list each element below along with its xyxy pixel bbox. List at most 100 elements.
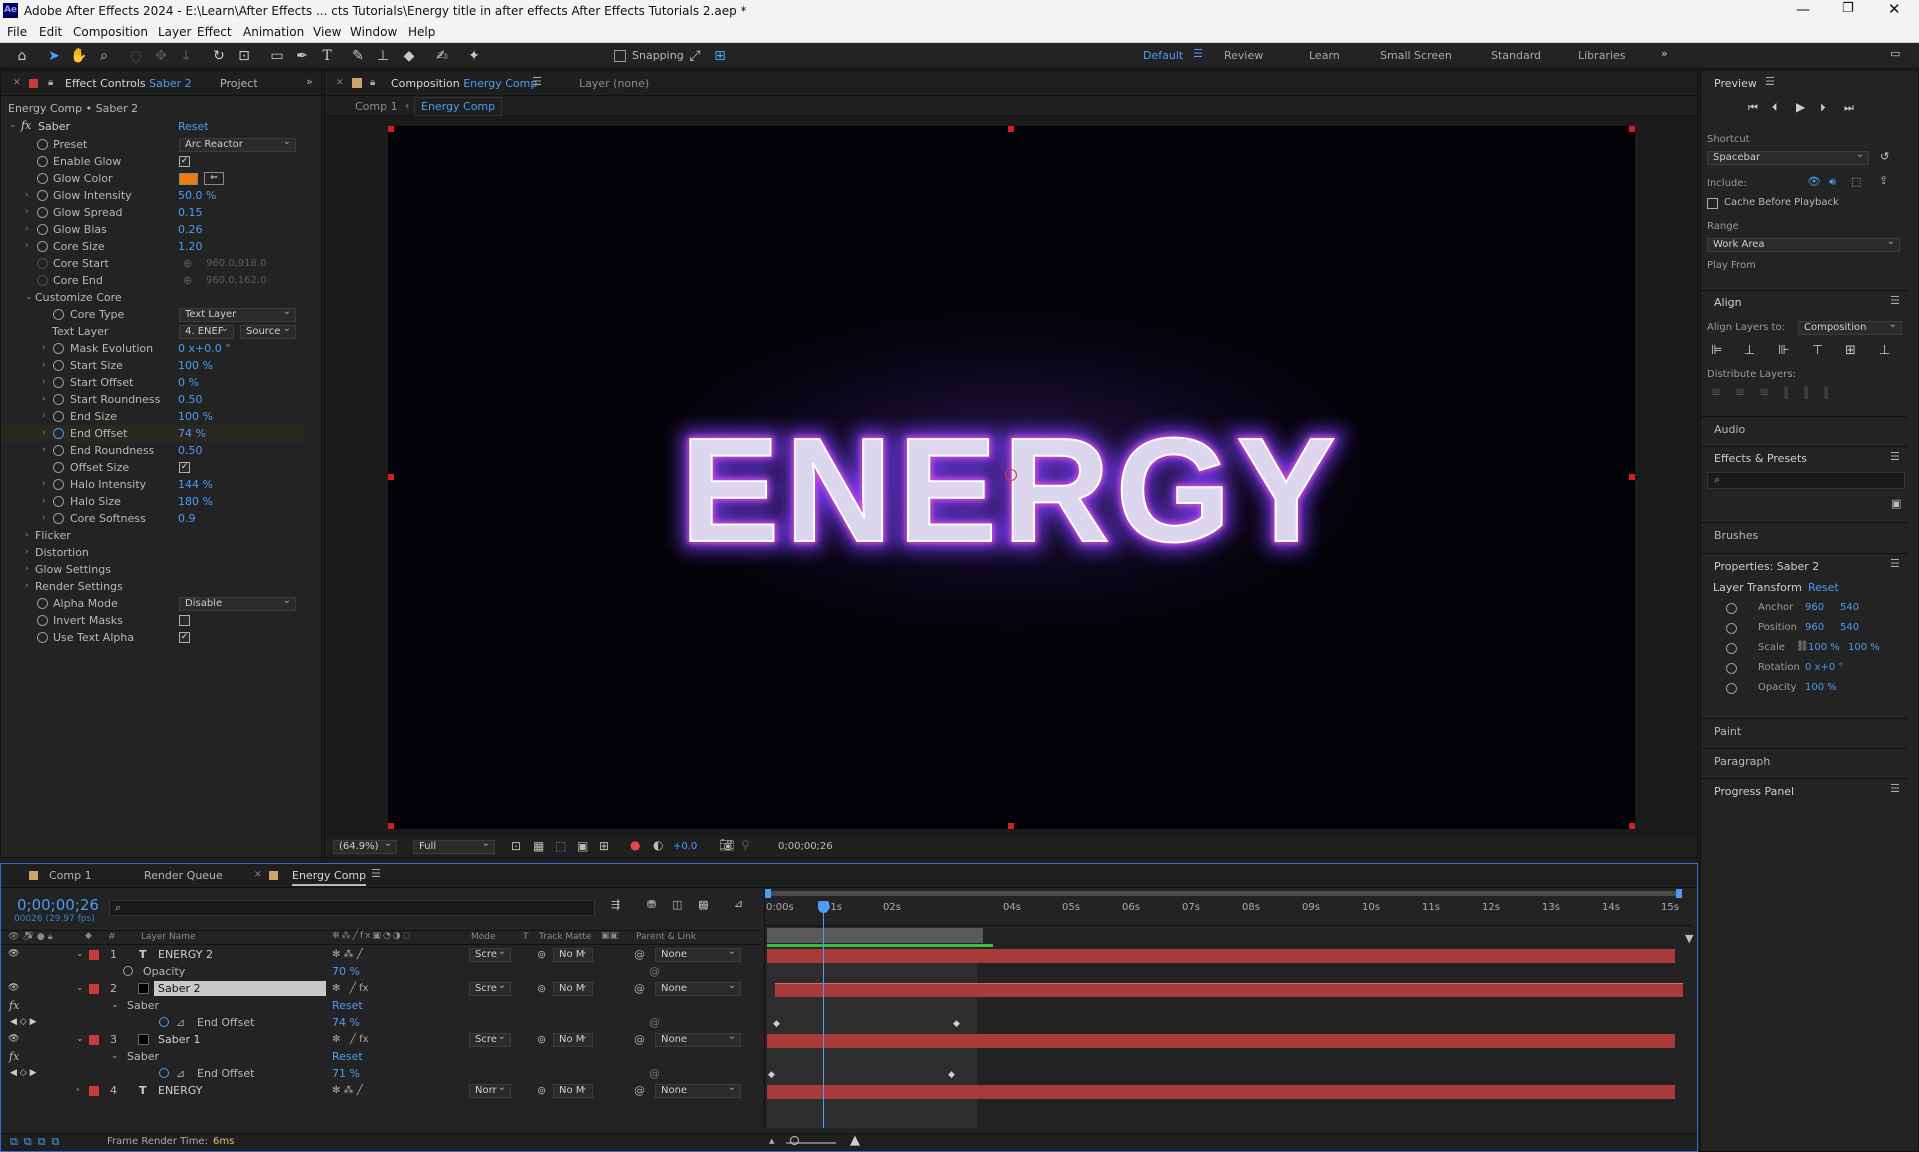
alpha-mode-dropdown[interactable]: Disable [179, 597, 296, 611]
param-value[interactable]: 100 % [178, 408, 213, 425]
param-value[interactable]: 100 % [178, 357, 213, 374]
layer-bar-energy-2[interactable] [767, 949, 1675, 963]
workspace-default[interactable]: Default [1143, 49, 1183, 62]
export-icon[interactable]: ⇪ [1879, 174, 1888, 187]
graph-editor-icon[interactable]: ⊿ [734, 897, 743, 910]
twirl-icon[interactable]: › [42, 340, 46, 357]
preserve-transparency-icon[interactable]: ⊚ [537, 1031, 546, 1048]
layer-mode-dropdown[interactable]: Scre [469, 948, 511, 962]
shortcut-dropdown[interactable]: Spacebar [1707, 151, 1869, 165]
cache-checkbox[interactable] [1707, 198, 1718, 209]
group-glow-settings[interactable]: › Glow Settings [1, 561, 304, 578]
visibility-icon[interactable]: 👁︎ [8, 980, 19, 997]
pan-tool-icon[interactable]: ✥ [152, 47, 170, 65]
layer-switches[interactable]: ✻ ⁂ ╱ [332, 1082, 363, 1099]
stopwatch-icon[interactable] [53, 496, 64, 507]
twirl-icon[interactable]: › [25, 544, 29, 561]
minimize-button[interactable]: — [1796, 2, 1810, 18]
twirl-icon[interactable]: › [25, 204, 29, 221]
twirl-icon[interactable]: › [25, 527, 29, 544]
time-graph[interactable]: 0:00s 01s 02s 04s 05s 06s 07s 08s 09s 10… [764, 888, 1694, 1128]
stopwatch-icon[interactable] [53, 309, 64, 320]
preset-dropdown[interactable]: Arc Reactor [179, 138, 296, 152]
stopwatch-icon[interactable] [1726, 623, 1737, 634]
tab-layer[interactable]: Layer (none) [579, 77, 649, 90]
footer-toggle-icons[interactable]: ⧉⧉⧉⧉ [10, 1135, 65, 1149]
scale-y-value[interactable]: 100 % [1848, 642, 1880, 653]
parent-pickwhip-icon[interactable]: @ [634, 1082, 645, 1099]
include-overlay-icon[interactable]: ⬚ [1851, 175, 1861, 188]
current-timecode[interactable]: 0;00;00;26 [17, 896, 99, 914]
exposure-value[interactable]: +0.0 [673, 841, 697, 852]
comp-mini-flowchart-icon[interactable]: ⇶ [611, 898, 620, 911]
dolly-tool-icon[interactable]: ↓ [177, 47, 195, 65]
tab-project[interactable]: Project [220, 77, 258, 90]
stopwatch-icon[interactable] [53, 377, 64, 388]
menu-effect[interactable]: Effect [197, 25, 232, 39]
align-left-icon[interactable]: ⊫ [1711, 343, 1722, 358]
align-vcenter-icon[interactable]: ⊞ [1845, 343, 1856, 358]
home-icon[interactable]: ⌂ [13, 47, 31, 65]
magnification-dropdown[interactable]: (64.9%) [333, 840, 397, 854]
twirl-icon[interactable]: › [25, 578, 29, 595]
twirl-open-icon[interactable]: ⌄ [76, 1031, 84, 1048]
layer-name[interactable]: Saber 1 [158, 1031, 201, 1048]
parent-pickwhip-icon[interactable]: @ [634, 980, 645, 997]
breadcrumb-energy-comp[interactable]: Energy Comp [414, 97, 503, 116]
bound-handle-bl[interactable] [388, 823, 394, 829]
menu-layer[interactable]: Layer [158, 25, 191, 39]
snap-options-icon[interactable]: ⤢ [686, 47, 704, 65]
time-ruler[interactable]: 0:00s 01s 02s 04s 05s 06s 07s 08s 09s 10… [765, 900, 1693, 926]
orbit-tool-icon[interactable]: ◌ [127, 47, 145, 65]
stopwatch-icon[interactable] [37, 598, 48, 609]
color-management-icon[interactable]: ◐ [653, 838, 663, 852]
menu-help[interactable]: Help [408, 25, 435, 39]
align-menu-icon[interactable]: ☰ [1890, 294, 1900, 307]
menu-composition[interactable]: Composition [73, 25, 148, 39]
audio-panel-header[interactable]: Audio [1701, 416, 1907, 441]
next-frame-icon[interactable]: ⏵ [1820, 101, 1826, 115]
workspace-libraries[interactable]: Libraries [1578, 49, 1626, 62]
stopwatch-active-icon[interactable] [159, 1068, 169, 1078]
align-top-icon[interactable]: ⊤ [1812, 343, 1823, 358]
param-value[interactable]: 0.9 [178, 510, 196, 527]
align-to-dropdown[interactable]: Composition [1798, 321, 1902, 335]
mask-visibility-icon[interactable]: ▣ [577, 839, 588, 853]
effect-reset-link[interactable]: Reset [332, 997, 363, 1014]
stopwatch-icon[interactable] [53, 445, 64, 456]
twirl-icon[interactable]: › [42, 476, 46, 493]
snapping-checkbox[interactable] [614, 50, 626, 62]
bound-handle-tr[interactable] [1629, 126, 1635, 132]
viewer-timecode[interactable]: 0;00;00;26 [778, 841, 833, 852]
bound-handle-tl[interactable] [388, 126, 394, 132]
pan-behind-tool-icon[interactable]: ⊡ [235, 47, 253, 65]
stopwatch-icon[interactable] [1726, 683, 1737, 694]
bound-handle-mr[interactable] [1629, 474, 1635, 480]
twirl-open-icon[interactable]: ⌄ [76, 980, 84, 997]
track-matte-dropdown[interactable]: No M [553, 982, 593, 996]
eraser-tool-icon[interactable]: ◆ [400, 47, 418, 65]
group-render-settings[interactable]: › Render Settings [1, 578, 304, 595]
enable-glow-checkbox[interactable]: ✓ [179, 156, 190, 167]
selection-tool-icon[interactable]: ➤ [45, 47, 63, 65]
twirl-icon[interactable]: › [42, 510, 46, 527]
group-flicker[interactable]: › Flicker [1, 527, 304, 544]
twirl-icon[interactable]: › [42, 493, 46, 510]
show-snapshot-icon[interactable]: ⚲ [741, 838, 750, 852]
glow-color-swatch[interactable] [179, 173, 198, 185]
menu-window[interactable]: Window [350, 25, 397, 39]
constrain-proportions-icon[interactable]: ⛓︎ [1796, 641, 1809, 652]
workspace-small-screen[interactable]: Small Screen [1380, 49, 1452, 62]
current-time-indicator[interactable] [823, 902, 824, 1128]
tab-composition[interactable]: Composition Energy Comp [391, 77, 537, 90]
timeline-tab-comp-1[interactable]: Comp 1 [49, 869, 92, 882]
parent-pickwhip-icon[interactable]: @ [634, 1031, 645, 1048]
current-time-indicator-head-icon[interactable] [818, 901, 829, 913]
stopwatch-active-icon[interactable] [53, 428, 64, 439]
include-audio-icon[interactable]: 🔊︎ [1829, 175, 1836, 189]
end-offset-value[interactable]: 71 % [332, 1065, 360, 1082]
keyframe-nav-icons[interactable]: ◀ ◇ ▶ [10, 1065, 37, 1082]
twirl-open-icon[interactable]: ⌄ [76, 946, 84, 963]
stopwatch-icon[interactable] [37, 207, 48, 218]
parent-header[interactable]: Parent & Link [636, 932, 696, 942]
